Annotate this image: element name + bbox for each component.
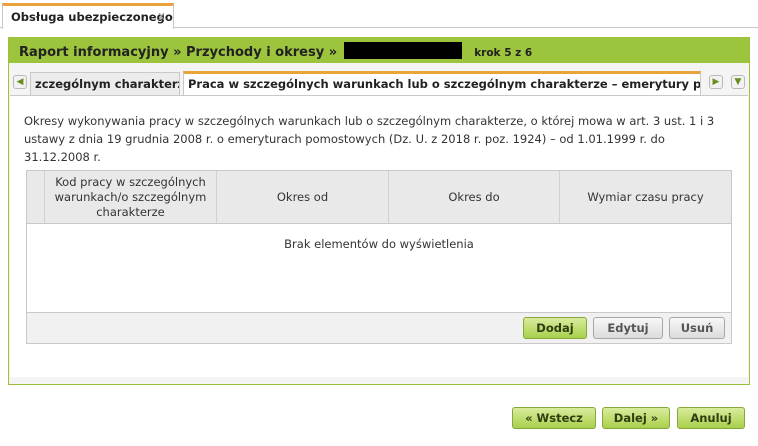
periods-grid: Kod pracy w szczególnych warunkach/o szc… (26, 170, 732, 344)
top-tab-label: Obsługa ubezpieczonego (11, 10, 173, 24)
redacted-name (343, 42, 462, 59)
section-description: Okresy wykonywania pracy w szczególnych … (24, 114, 715, 164)
next-button[interactable]: Dalej » (602, 407, 670, 429)
report-panel: Raport informacyjny » Przychody i okresy… (8, 37, 750, 385)
tab-szczegolnym-charakterze[interactable]: zczególnym charakterze (30, 72, 180, 95)
grid-header-okres-od[interactable]: Okres od (217, 171, 389, 223)
page-title: Raport informacyjny » Przychody i okresy… (19, 45, 338, 60)
tab-menu-icon[interactable]: ▼ (731, 75, 745, 89)
grid-toolbar: Dodaj Edytuj Usuń (27, 312, 731, 343)
tab-label: Praca w szczególnych warunkach lub o szc… (188, 77, 701, 91)
step-indicator: krok 5 z 6 (474, 47, 533, 59)
cancel-button[interactable]: Anuluj (677, 407, 745, 429)
back-button[interactable]: « Wstecz (512, 407, 596, 429)
tab-scroll-left-icon[interactable]: ◀ (13, 75, 27, 89)
add-button[interactable]: Dodaj (523, 317, 587, 339)
top-tab-strip: Obsługa ubezpieczonego x (0, 0, 758, 29)
grid-header-selector (27, 171, 45, 223)
close-icon[interactable]: x (158, 9, 165, 23)
edit-button[interactable]: Edytuj (593, 317, 663, 339)
grid-header-kod-pracy[interactable]: Kod pracy w szczególnych warunkach/o szc… (45, 171, 217, 223)
grid-empty-message: Brak elementów do wyświetlenia (284, 237, 474, 251)
panel-header: Raport informacyjny » Przychody i okresy… (9, 37, 749, 63)
inner-tabs-bar: ◀ zczególnym charakterze Praca w szczegó… (9, 67, 749, 96)
tab-scroll-right-icon[interactable]: ▶ (709, 75, 723, 89)
grid-header-okres-do[interactable]: Okres do (389, 171, 560, 223)
grid-header: Kod pracy w szczególnych warunkach/o szc… (27, 171, 731, 224)
tab-label: zczególnym charakterze (35, 77, 180, 91)
tab-obsluga-ubezpieczonego[interactable]: Obsługa ubezpieczonego x (2, 3, 174, 29)
delete-button[interactable]: Usuń (669, 317, 725, 339)
tab-content: Okresy wykonywania pracy w szczególnych … (10, 95, 748, 377)
tab-emerytury-pomostowe[interactable]: Praca w szczególnych warunkach lub o szc… (183, 71, 701, 96)
grid-header-wymiar-czasu[interactable]: Wymiar czasu pracy (560, 171, 731, 223)
